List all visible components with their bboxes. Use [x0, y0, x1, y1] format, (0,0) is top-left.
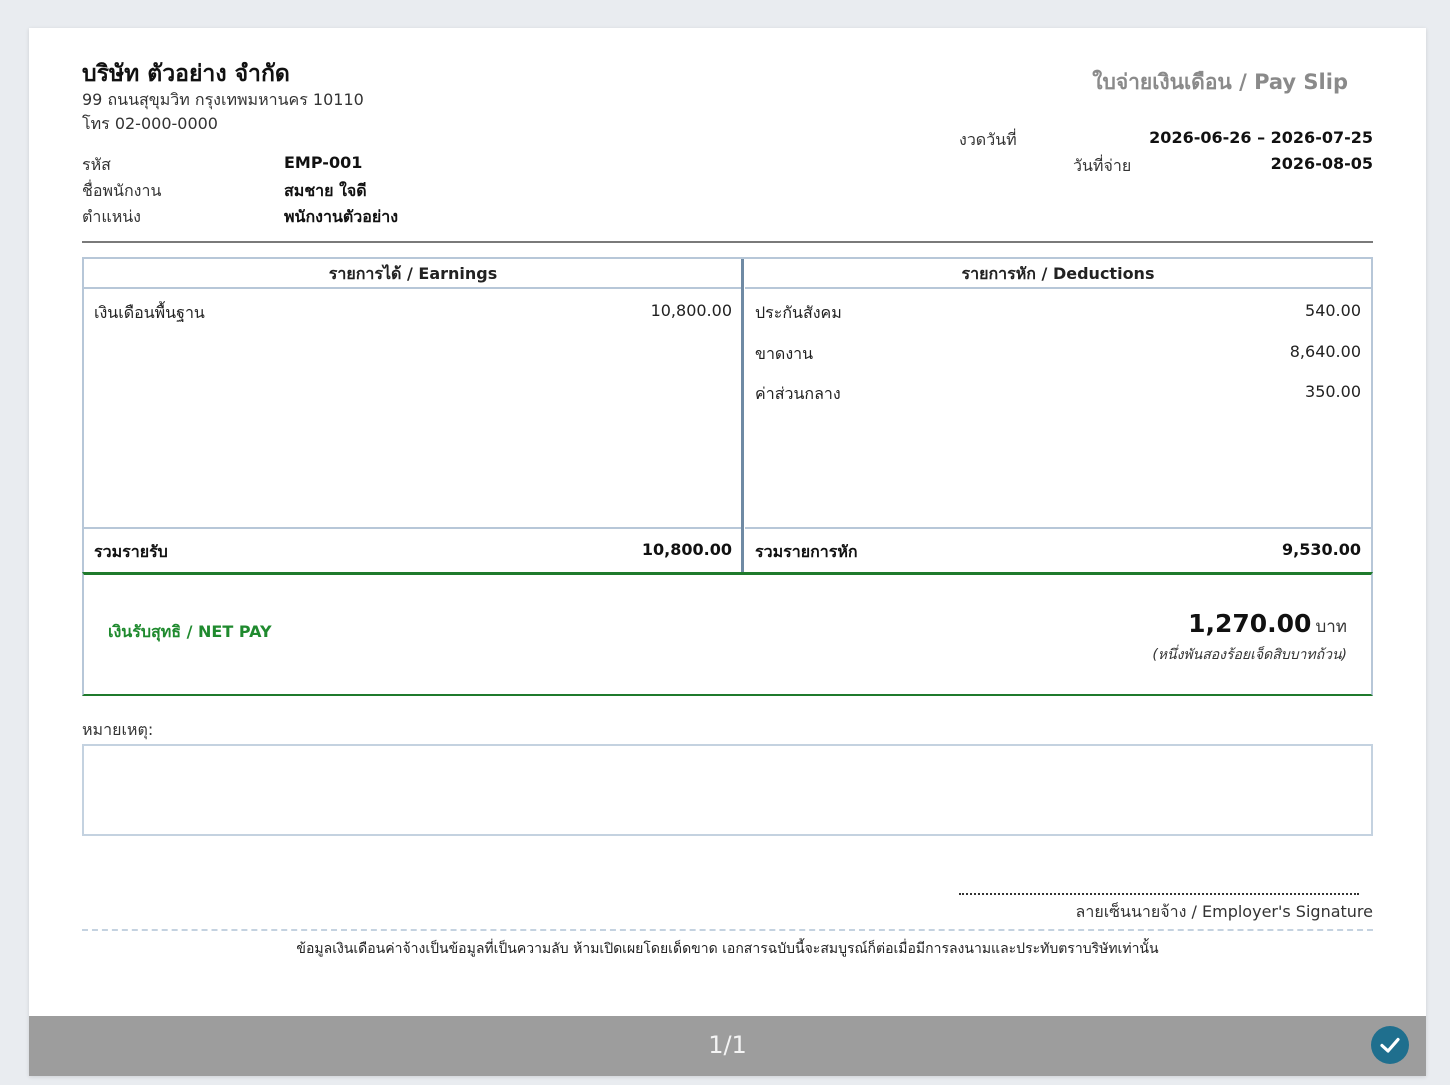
earnings-item-label: เงินเดือนพื้นฐาน — [94, 303, 205, 322]
employee-position: พนักงานตัวอย่าง — [284, 207, 399, 226]
deductions-item-amount: 8,640.00 — [1289, 342, 1361, 361]
employee-id-label: รหัส — [82, 155, 111, 174]
payslip-page: บริษัท ตัวอย่าง จำกัด 99 ถนนสุขุมวิท กรุ… — [29, 28, 1426, 1076]
document-title: ใบจ่ายเงินเดือน / Pay Slip — [1092, 70, 1348, 94]
company-phone: โทร 02-000-0000 — [82, 114, 218, 133]
viewer-toolbar: 1/1 — [29, 1016, 1426, 1076]
deductions-row: ประกันสังคม 540.00 — [755, 301, 1361, 325]
earnings-deductions-table: รายการได้ / Earnings เงินเดือนพื้นฐาน 10… — [82, 257, 1373, 574]
earnings-column: รายการได้ / Earnings เงินเดือนพื้นฐาน 10… — [84, 259, 742, 572]
employee-name: สมชาย ใจดี — [284, 181, 367, 200]
deductions-item-amount: 350.00 — [1305, 382, 1361, 401]
net-pay-currency: บาท — [1315, 617, 1347, 637]
deductions-header: รายการหัก / Deductions — [745, 259, 1371, 289]
earnings-item-amount: 10,800.00 — [650, 301, 732, 320]
deductions-item-label: ขาดงาน — [755, 344, 814, 363]
deductions-row: ค่าส่วนกลาง 350.00 — [755, 382, 1361, 406]
period-label: งวดวันที่ — [959, 130, 1017, 149]
deductions-row: ขาดงาน 8,640.00 — [755, 342, 1361, 366]
earnings-total-label: รวมรายรับ — [94, 542, 168, 561]
earnings-row: เงินเดือนพื้นฐาน 10,800.00 — [94, 301, 732, 325]
earnings-header: รายการได้ / Earnings — [84, 259, 742, 289]
net-pay-in-words: (หนึ่งพันสองร้อยเจ็ดสิบบาทถ้วน) — [1152, 647, 1347, 663]
page-indicator: 1/1 — [708, 1031, 747, 1059]
remarks-label: หมายเหตุ: — [82, 720, 154, 739]
period-value: 2026-06-26 – 2026-07-25 — [1149, 128, 1373, 147]
deductions-total-row: รวมรายการหัก 9,530.00 — [745, 527, 1371, 572]
deductions-item-label: ประกันสังคม — [755, 303, 842, 322]
footer-divider — [82, 929, 1373, 931]
column-divider — [741, 259, 744, 572]
signature-line — [959, 893, 1359, 895]
earnings-total-row: รวมรายรับ 10,800.00 — [84, 527, 742, 572]
signature-label: ลายเซ็นนายจ้าง / Employer's Signature — [1075, 902, 1373, 921]
deductions-total-amount: 9,530.00 — [1282, 540, 1361, 559]
pay-date-value: 2026-08-05 — [1270, 154, 1373, 173]
deductions-item-label: ค่าส่วนกลาง — [755, 384, 841, 403]
confirm-button[interactable] — [1371, 1026, 1409, 1064]
deductions-column: รายการหัก / Deductions ประกันสังคม 540.0… — [745, 259, 1371, 572]
net-pay-amount-group: 1,270.00 บาท — [1188, 609, 1347, 640]
pay-date-label: วันที่จ่าย — [1073, 156, 1132, 175]
employee-position-label: ตำแหน่ง — [82, 207, 141, 226]
remarks-box — [82, 744, 1373, 836]
header-divider — [82, 241, 1373, 243]
net-pay-box: เงินรับสุทธิ / NET PAY 1,270.00 บาท (หนึ่… — [82, 572, 1373, 696]
employee-name-label: ชื่อพนักงาน — [82, 181, 162, 200]
confidentiality-note: ข้อมูลเงินเดือนค่าจ้างเป็นข้อมูลที่เป็นค… — [296, 941, 1159, 957]
earnings-total-amount: 10,800.00 — [641, 540, 732, 559]
company-name: บริษัท ตัวอย่าง จำกัด — [82, 61, 290, 87]
net-pay-amount: 1,270.00 — [1188, 609, 1312, 638]
check-circle-icon — [1380, 1037, 1400, 1053]
company-address: 99 ถนนสุขุมวิท กรุงเทพมหานคร 10110 — [82, 90, 364, 109]
net-pay-label: เงินรับสุทธิ / NET PAY — [108, 622, 272, 641]
deductions-item-amount: 540.00 — [1305, 301, 1361, 320]
deductions-total-label: รวมรายการหัก — [755, 542, 858, 561]
employee-id: EMP-001 — [284, 153, 363, 172]
